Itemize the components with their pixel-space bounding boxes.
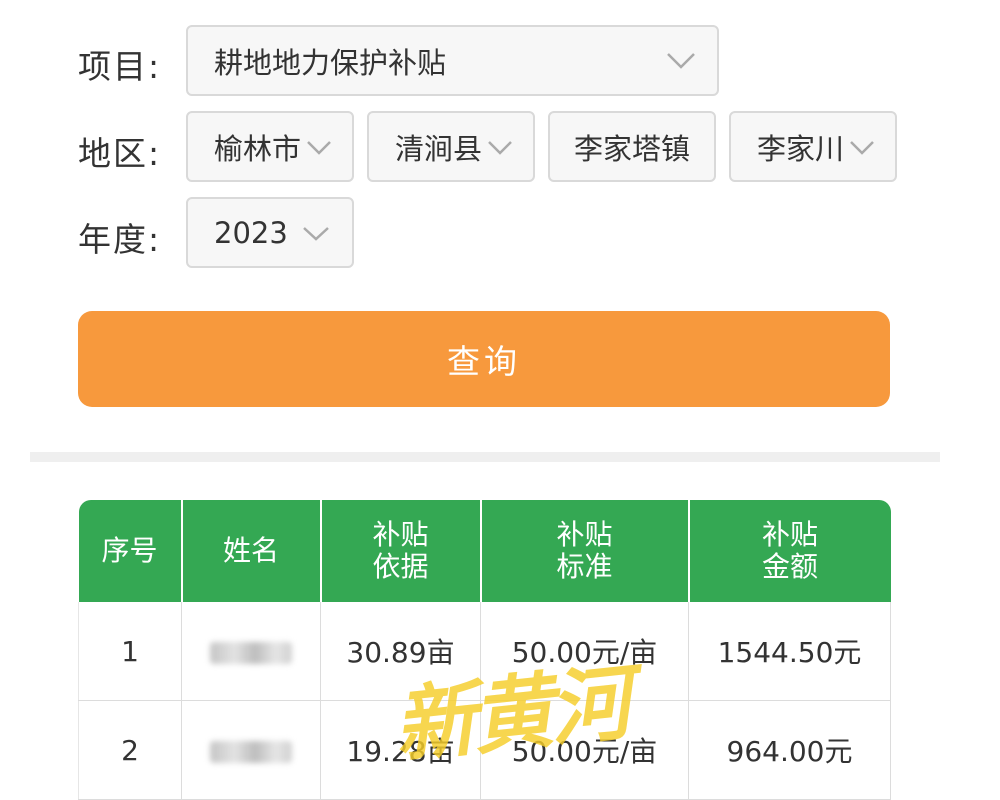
header-amount: 补贴 金额 bbox=[688, 500, 891, 602]
project-select[interactable]: 耕地地力保护补贴 bbox=[186, 25, 719, 96]
project-label: 项目: bbox=[78, 47, 162, 86]
section-divider bbox=[30, 452, 940, 462]
year-select-value: 2023 bbox=[214, 215, 288, 250]
town-select-value: 李家塔镇 bbox=[573, 131, 690, 166]
header-index: 序号 bbox=[78, 500, 183, 602]
header-standard-line1: 补贴 bbox=[556, 517, 613, 551]
cell-standard: 50.00元/亩 bbox=[480, 602, 689, 701]
blurred-name bbox=[210, 740, 292, 763]
cell-basis: 30.89亩 bbox=[320, 602, 481, 701]
chevron-down-icon bbox=[307, 141, 331, 155]
cell-index: 2 bbox=[78, 700, 182, 800]
header-standard: 补贴 标准 bbox=[480, 500, 690, 602]
table-header-row: 序号 姓名 补贴 依据 补贴 标准 补贴 金额 bbox=[78, 500, 891, 602]
village-select[interactable]: 李家川 bbox=[729, 111, 897, 182]
county-select[interactable]: 清涧县 bbox=[367, 111, 535, 182]
county-select-value: 清涧县 bbox=[395, 131, 483, 166]
chevron-down-icon bbox=[303, 227, 329, 241]
query-button-label: 查询 bbox=[447, 342, 521, 381]
cell-name bbox=[181, 700, 321, 800]
cell-amount: 964.00元 bbox=[688, 700, 891, 800]
chevron-down-icon bbox=[667, 53, 695, 69]
cell-index: 1 bbox=[78, 602, 182, 701]
cell-amount: 1544.50元 bbox=[688, 602, 891, 701]
city-select-value: 榆林市 bbox=[214, 131, 302, 166]
chevron-down-icon bbox=[488, 141, 512, 155]
query-button[interactable]: 查询 bbox=[78, 311, 890, 407]
cell-standard: 50.00元/亩 bbox=[480, 700, 689, 800]
city-select[interactable]: 榆林市 bbox=[186, 111, 354, 182]
header-standard-line2: 标准 bbox=[556, 550, 613, 583]
region-label: 地区: bbox=[78, 134, 162, 173]
header-basis: 补贴 依据 bbox=[320, 500, 482, 602]
header-amount-line1: 补贴 bbox=[761, 517, 818, 551]
blurred-name bbox=[210, 641, 292, 664]
header-basis-line1: 补贴 bbox=[372, 517, 429, 551]
header-name: 姓名 bbox=[181, 500, 322, 602]
village-select-value: 李家川 bbox=[757, 131, 845, 166]
table-row: 2 19.28亩 50.00元/亩 964.00元 bbox=[78, 700, 891, 800]
project-select-value: 耕地地力保护补贴 bbox=[214, 45, 447, 80]
cell-basis: 19.28亩 bbox=[320, 700, 481, 800]
town-select[interactable]: 李家塔镇 bbox=[548, 111, 716, 182]
cell-name bbox=[181, 602, 321, 701]
year-label: 年度: bbox=[78, 220, 162, 259]
subsidy-table: 序号 姓名 补贴 依据 补贴 标准 补贴 金额 1 30.89亩 50.00元/… bbox=[78, 500, 891, 800]
header-amount-line2: 金额 bbox=[761, 550, 818, 583]
year-select[interactable]: 2023 bbox=[186, 197, 354, 268]
header-basis-line2: 依据 bbox=[372, 550, 429, 583]
chevron-down-icon bbox=[850, 141, 874, 155]
table-row: 1 30.89亩 50.00元/亩 1544.50元 bbox=[78, 602, 891, 701]
